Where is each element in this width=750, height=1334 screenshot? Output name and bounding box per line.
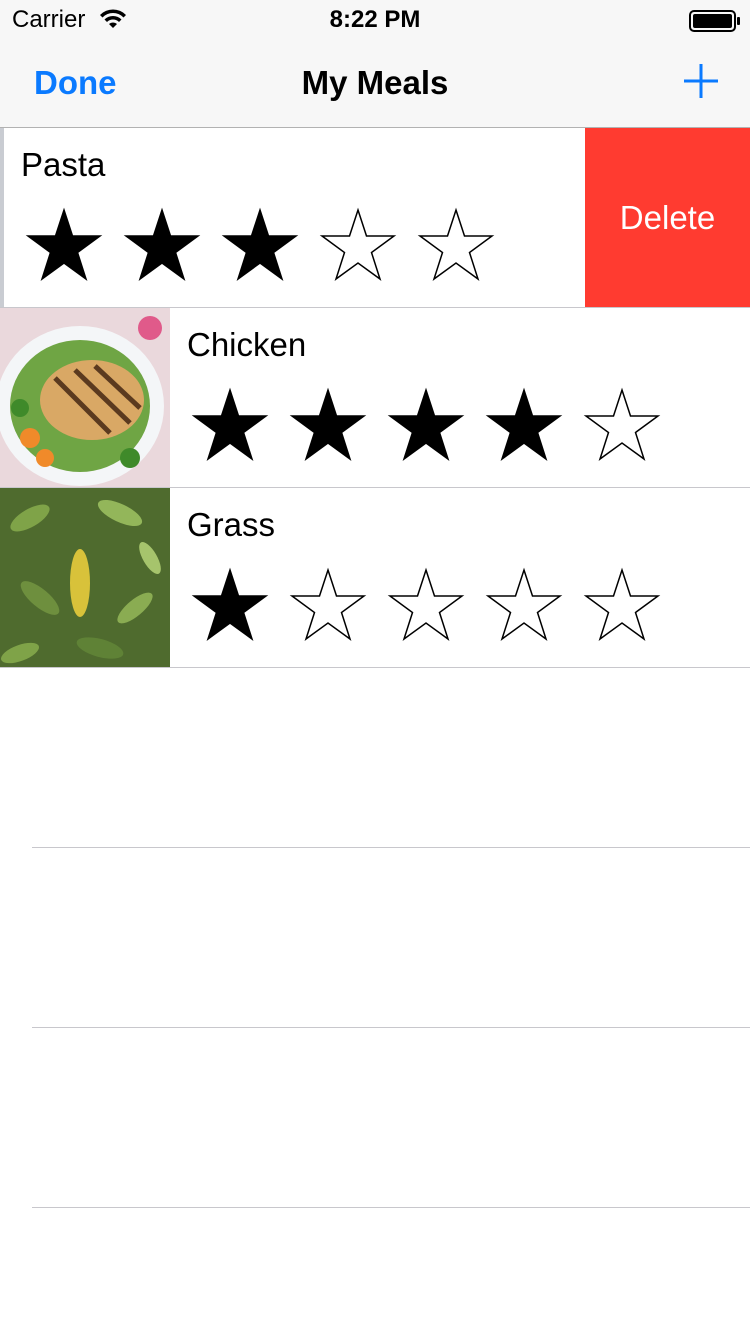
- filled-star-icon[interactable]: [190, 386, 270, 466]
- meal-row-chicken[interactable]: Chicken: [0, 308, 750, 488]
- filled-star-icon[interactable]: [484, 386, 564, 466]
- empty-row-separator: [32, 1207, 750, 1208]
- empty-row-separator: [32, 847, 750, 848]
- page-title: My Meals: [301, 64, 449, 101]
- battery-icon: [689, 10, 740, 32]
- meal-row-grass[interactable]: Grass: [0, 488, 750, 668]
- empty-star-icon[interactable]: [386, 566, 466, 646]
- status-time: 8:22 PM: [329, 6, 421, 33]
- meal-name: Chicken: [187, 326, 307, 363]
- filled-star-icon[interactable]: [190, 566, 270, 646]
- row-content: Pasta: [0, 128, 584, 307]
- grass-photo: [0, 488, 170, 667]
- plus-icon[interactable]: [682, 62, 720, 100]
- filled-star-icon[interactable]: [386, 386, 466, 466]
- navigation-bar: Done My Meals: [0, 40, 750, 128]
- filled-star-icon[interactable]: [220, 206, 300, 286]
- empty-row-separator: [32, 1027, 750, 1028]
- empty-star-icon[interactable]: [582, 566, 662, 646]
- pasta-photo: [0, 128, 4, 307]
- delete-button[interactable]: Delete: [585, 128, 750, 307]
- empty-star-icon[interactable]: [288, 566, 368, 646]
- filled-star-icon[interactable]: [24, 206, 104, 286]
- empty-star-icon[interactable]: [582, 386, 662, 466]
- empty-star-icon[interactable]: [416, 206, 496, 286]
- empty-star-icon[interactable]: [318, 206, 398, 286]
- meal-name: Pasta: [21, 146, 106, 183]
- meal-name: Grass: [187, 506, 276, 543]
- empty-star-icon[interactable]: [484, 566, 564, 646]
- chicken-photo: [0, 308, 170, 487]
- status-bar: Carrier 8:22 PM: [0, 0, 750, 40]
- filled-star-icon[interactable]: [288, 386, 368, 466]
- filled-star-icon[interactable]: [122, 206, 202, 286]
- meal-row-pasta[interactable]: Pasta Delete: [0, 128, 750, 308]
- meal-table: Pasta Delete Chicken Grass: [0, 128, 750, 668]
